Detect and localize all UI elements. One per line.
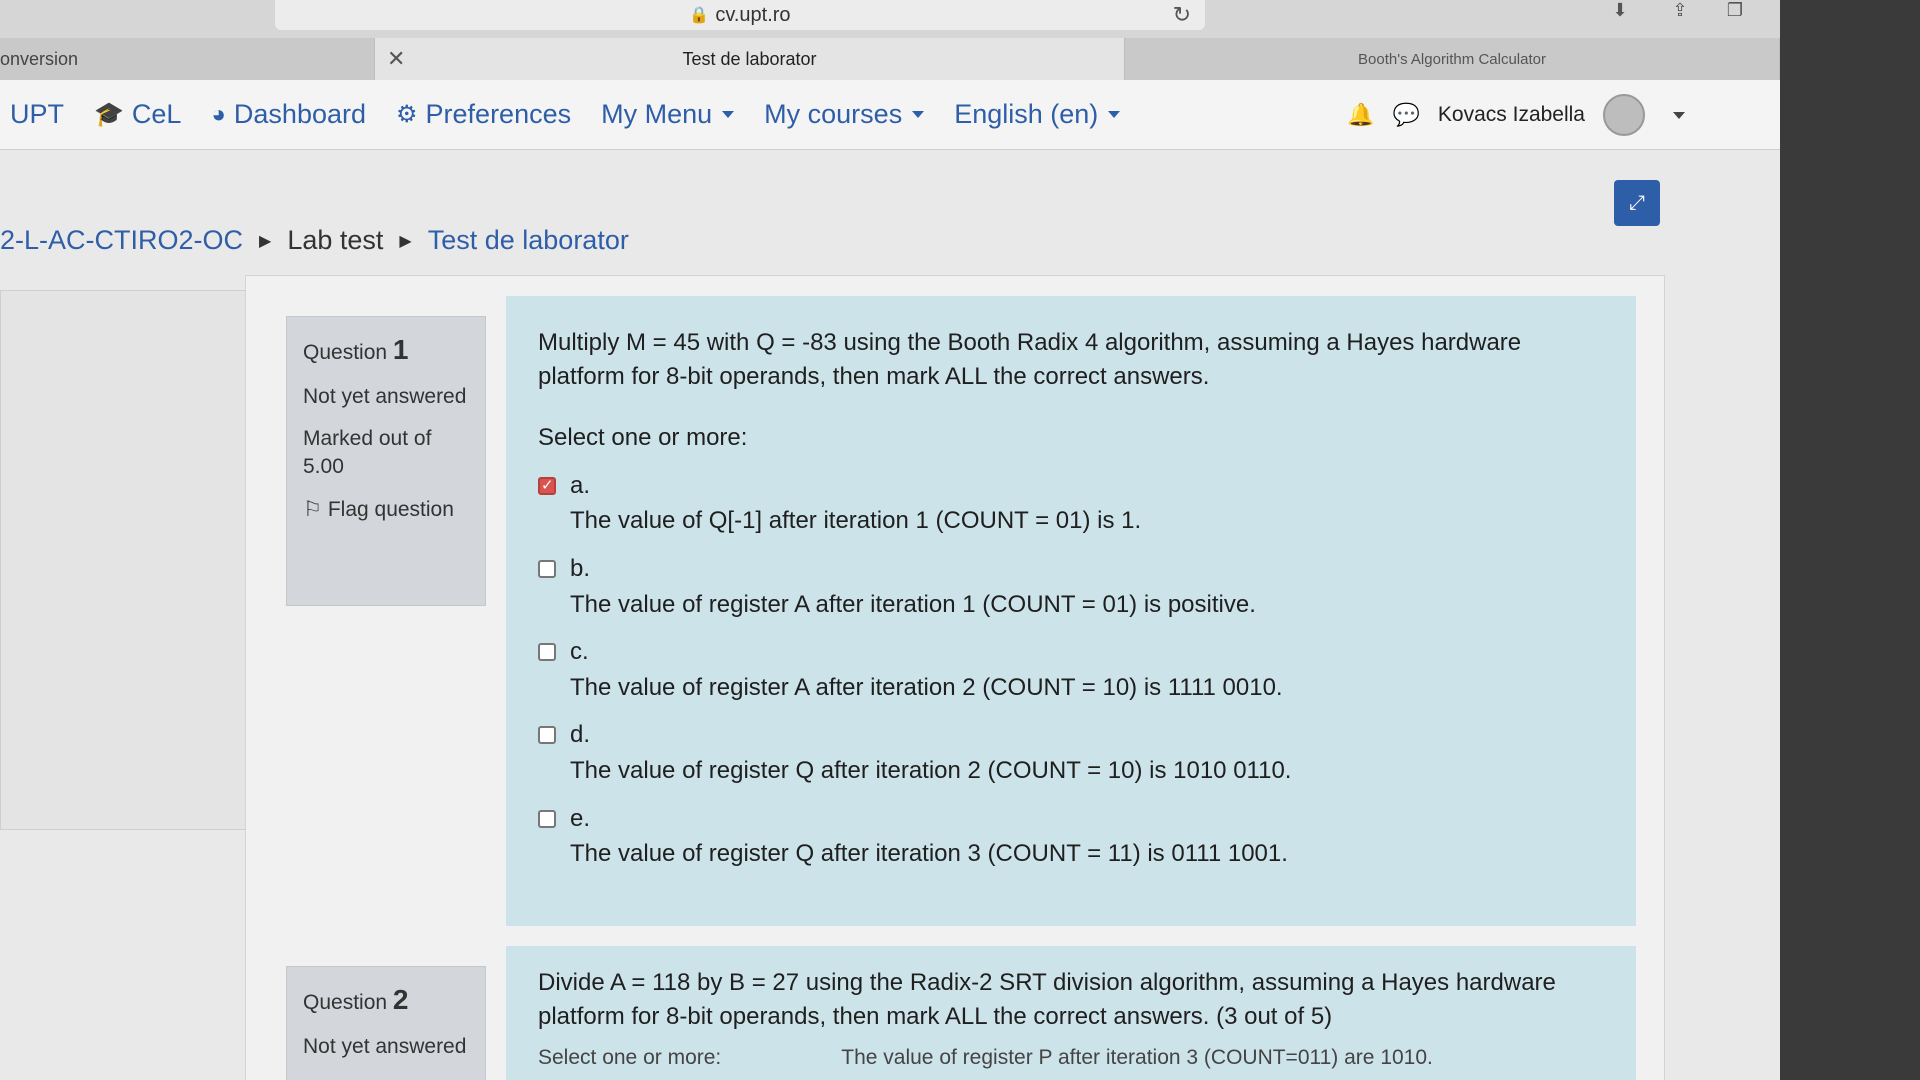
site-navbar: UPT 🎓 CeL ◕ Dashboard ⚙ Preferences My M… <box>0 80 1780 150</box>
option-label: a. <box>570 471 591 499</box>
browser-chrome: 🔒 cv.upt.ro ↻ ⬇ ⇪ ❐ onversion ✕ Test de … <box>0 0 1780 80</box>
answer-prompt: Select one or more: <box>538 424 748 452</box>
option-text: The value of register A after iteration … <box>570 673 1283 701</box>
nav-dashboard[interactable]: ◕ Dashboard <box>211 99 366 130</box>
nav-label: UPT <box>10 99 64 129</box>
avatar[interactable] <box>1603 94 1645 136</box>
question-number-value: 1 <box>392 334 409 365</box>
option-text: The value of register Q after iteration … <box>570 756 1292 784</box>
option-label: b. <box>570 554 591 582</box>
flag-label: Flag question <box>327 497 454 521</box>
nav-my-menu[interactable]: My Menu <box>601 99 735 130</box>
tab-label: Booth's Algorithm Calculator <box>1358 50 1546 68</box>
answer-prompt: Select one or more: <box>538 1046 722 1070</box>
nav-label: My courses <box>764 99 903 129</box>
gear-icon: ⚙ <box>396 101 418 128</box>
fullscreen-toggle-button[interactable]: ⤢ <box>1614 180 1660 226</box>
question-status: Not yet answered <box>303 1034 467 1058</box>
flag-icon: ⚐ <box>303 497 322 521</box>
question-marks: Marked out of 5.00 <box>303 427 432 479</box>
message-icon[interactable]: 💬 <box>1393 102 1420 128</box>
breadcrumb-separator-icon: ▶ <box>259 232 272 250</box>
nav-preferences[interactable]: ⚙ Preferences <box>396 99 571 130</box>
tab-conversion[interactable]: onversion <box>0 38 375 80</box>
user-name[interactable]: Kovacs Izabella <box>1438 103 1585 127</box>
option-text: The value of register P after iteration … <box>841 1046 1433 1070</box>
bell-icon[interactable]: 🔔 <box>1347 102 1374 128</box>
breadcrumb-separator-icon: ▶ <box>399 232 412 250</box>
breadcrumb: 2-L-AC-CTIRO2-OC ▶ Lab test ▶ Test de la… <box>0 225 629 256</box>
answer-option-c[interactable]: c. The value of register A after iterati… <box>538 635 1604 704</box>
answer-option-b[interactable]: b. The value of register A after iterati… <box>538 552 1604 621</box>
nav-upt[interactable]: UPT <box>10 99 64 130</box>
answer-option-a[interactable]: a. The value of Q[-1] after iteration 1 … <box>538 469 1604 538</box>
nav-label: Preferences <box>425 99 572 129</box>
question-2-partial-row: Select one or more: The value of registe… <box>538 1043 1604 1072</box>
tab-label: onversion <box>0 48 79 69</box>
checkbox[interactable] <box>538 643 556 662</box>
option-text: The value of register Q after iteration … <box>570 840 1288 868</box>
question-status: Not yet answered <box>303 384 467 408</box>
question-2-content: Divide A = 118 by B = 27 using the Radix… <box>506 946 1636 1080</box>
option-text: The value of register A after iteration … <box>570 590 1256 618</box>
nav-label: English (en) <box>954 99 1099 129</box>
option-label: d. <box>570 721 591 749</box>
nav-label: Dashboard <box>233 99 367 129</box>
breadcrumb-section[interactable]: Lab test <box>287 225 383 256</box>
question-text: Multiply M = 45 with Q = -83 using the B… <box>538 329 1522 390</box>
chevron-down-icon <box>912 111 925 118</box>
graduation-cap-icon: 🎓 <box>94 101 124 128</box>
checkbox[interactable] <box>538 559 556 578</box>
checkbox[interactable] <box>538 726 556 745</box>
tab-booth-calculator[interactable]: Booth's Algorithm Calculator <box>1125 38 1780 80</box>
question-1-info: Question 1 Not yet answered Marked out o… <box>286 316 486 606</box>
nav-user-area: 🔔 💬 Kovacs Izabella <box>1347 80 1685 150</box>
download-icon[interactable]: ⬇ <box>1605 0 1635 26</box>
tabs-overview-icon[interactable]: ❐ <box>1720 0 1750 26</box>
breadcrumb-course[interactable]: 2-L-AC-CTIRO2-OC <box>0 225 243 256</box>
expand-icon: ⤢ <box>1629 191 1645 214</box>
page-content: ⤢ 2-L-AC-CTIRO2-OC ▶ Lab test ▶ Test de … <box>0 150 1780 1080</box>
question-text: Divide A = 118 by B = 27 using the Radix… <box>538 969 1556 1030</box>
nav-cel[interactable]: 🎓 CeL <box>94 99 181 130</box>
nav-my-courses[interactable]: My courses <box>764 99 925 130</box>
quiz-navigation-panel <box>0 290 255 830</box>
question-number: Question 1 <box>303 331 469 369</box>
nav-label: CeL <box>131 99 182 129</box>
chevron-down-icon <box>722 111 735 118</box>
reload-icon[interactable]: ↻ <box>1173 2 1191 28</box>
option-text: The value of Q[-1] after iteration 1 (CO… <box>570 507 1142 535</box>
option-label: e. <box>570 804 591 832</box>
flag-question-link[interactable]: ⚐ Flag question <box>303 496 469 524</box>
close-tab-icon[interactable]: ✕ <box>387 46 405 72</box>
question-number-label: Question <box>303 341 388 364</box>
answer-option-d[interactable]: d. The value of register Q after iterati… <box>538 718 1604 787</box>
chevron-down-icon <box>1108 111 1121 118</box>
nav-label: My Menu <box>601 99 713 129</box>
question-2-info: Question 2 Not yet answered <box>286 966 486 1080</box>
checkbox[interactable] <box>538 809 556 828</box>
lock-icon: 🔒 <box>689 7 710 24</box>
chevron-down-icon[interactable] <box>1673 111 1685 119</box>
question-1-content: Multiply M = 45 with Q = -83 using the B… <box>506 296 1636 926</box>
address-text: cv.upt.ro <box>715 3 791 26</box>
nav-language[interactable]: English (en) <box>954 99 1121 130</box>
question-number-value: 2 <box>392 984 409 1015</box>
question-number: Question 2 <box>303 981 469 1019</box>
address-bar[interactable]: 🔒 cv.upt.ro ↻ <box>275 0 1205 30</box>
breadcrumb-page[interactable]: Test de laborator <box>428 225 629 256</box>
option-label: c. <box>570 638 589 666</box>
answer-option-e[interactable]: e. The value of register Q after iterati… <box>538 802 1604 871</box>
share-icon[interactable]: ⇪ <box>1665 0 1695 26</box>
quiz-main-card: Question 1 Not yet answered Marked out o… <box>245 275 1665 1080</box>
tab-strip: onversion ✕ Test de laborator Booth's Al… <box>0 38 1780 80</box>
tab-test-de-laborator[interactable]: ✕ Test de laborator <box>375 38 1125 80</box>
question-number-label: Question <box>303 991 388 1014</box>
tab-label: Test de laborator <box>682 48 817 69</box>
dashboard-icon: ◕ <box>211 100 226 128</box>
checkbox[interactable] <box>538 475 556 496</box>
